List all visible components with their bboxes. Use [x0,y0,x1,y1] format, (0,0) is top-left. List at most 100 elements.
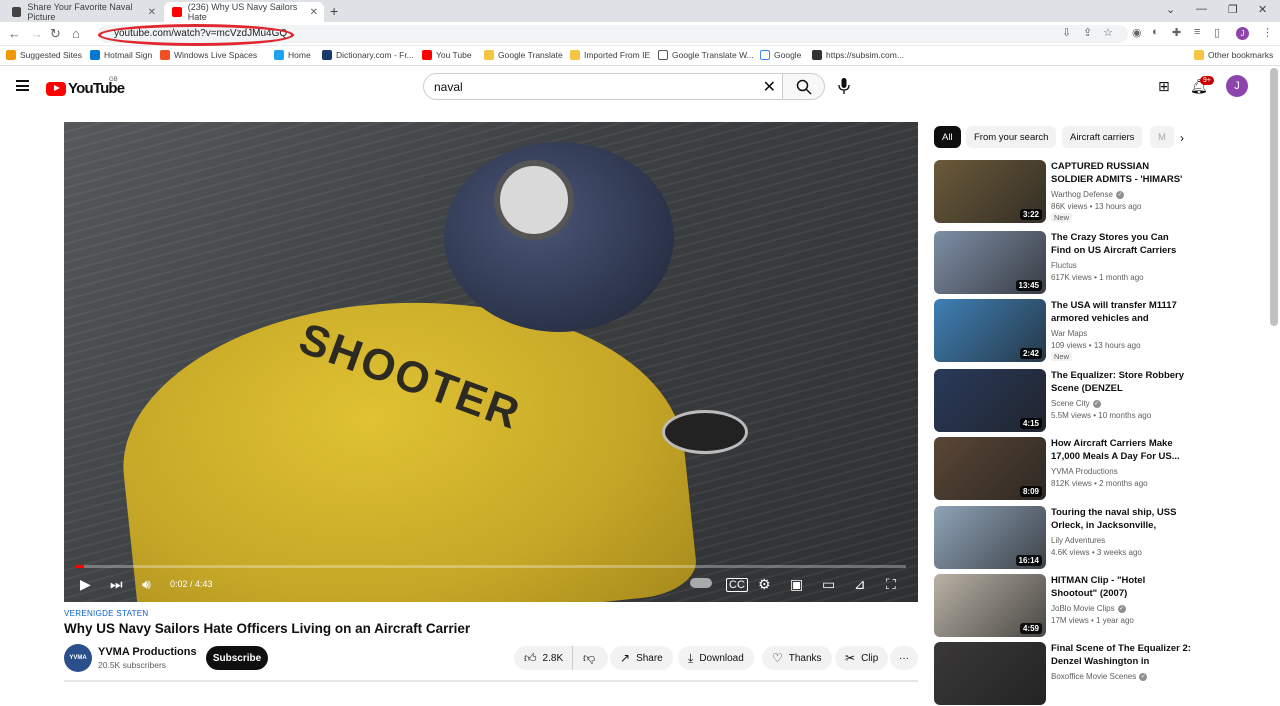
recommendation-channel[interactable]: Lily Adventures [1051,536,1105,545]
recommendation-channel[interactable]: Fluctus [1051,261,1077,270]
chevron-right-icon[interactable]: › [1180,131,1184,145]
bookmark-star-icon[interactable]: ☆ [1103,26,1113,39]
account-avatar[interactable]: J [1226,75,1248,97]
play-icon[interactable]: ▶ [80,576,91,593]
page-scrollbar[interactable] [1270,68,1278,326]
bookmark-item[interactable]: https://subsim.com... [812,50,904,60]
settings-gear-icon[interactable]: ⚙ [758,576,771,593]
extension-icon[interactable]: ◉ [1132,26,1142,39]
media-icon[interactable]: ≡ [1194,26,1200,38]
captions-icon[interactable]: CC [726,578,748,592]
video-thumbnail[interactable]: 13:45 [934,231,1046,294]
chip-more[interactable]: M [1150,126,1174,148]
recommendation-title[interactable]: The Crazy Stores you Can Find on US Airc… [1051,231,1191,257]
back-arrow-icon[interactable]: ← [8,26,21,41]
recommendation-item[interactable]: 13:45 The Crazy Stores you Can Find on US… [934,231,1264,295]
recommendation-channel[interactable]: YVMA Productions [1051,467,1118,476]
thanks-button[interactable]: ♡ Thanks [762,646,832,670]
more-actions-button[interactable]: ··· [890,646,918,670]
cast-icon[interactable]: ⊿ [854,576,866,593]
recommendation-title[interactable]: How Aircraft Carriers Make 17,000 Meals … [1051,437,1191,463]
video-thumbnail[interactable]: 2:42 [934,299,1046,362]
clear-search-icon[interactable]: ✕ [763,77,776,97]
share-button[interactable]: ↗ Share [610,646,673,670]
bookmark-item[interactable]: Google Translate [484,50,563,60]
video-thumbnail[interactable]: 4:59 [934,574,1046,637]
channel-name[interactable]: YVMA Productions [98,646,197,658]
clip-button[interactable]: ✂ Clip [835,646,889,670]
recommendation-channel[interactable]: Warthog Defense ✓ [1051,190,1124,199]
bookmark-item[interactable]: Home [274,50,311,60]
menu-kebab-icon[interactable]: ⋮ [1262,26,1273,39]
recommendation-channel[interactable]: Scene City ✓ [1051,399,1101,408]
recommendation-item[interactable]: 16:14 Touring the naval ship, USS Orleck,… [934,506,1264,570]
bookmark-item[interactable]: Windows Live Spaces [160,50,257,60]
profile-avatar[interactable]: J [1236,27,1249,40]
theater-mode-icon[interactable]: ▭ [822,576,835,593]
recommendation-title[interactable]: Touring the naval ship, USS Orleck, in J… [1051,506,1191,532]
other-bookmarks[interactable]: Other bookmarks [1194,50,1273,60]
chip-from-your-search[interactable]: From your search [966,126,1057,148]
puzzle-icon[interactable]: ✚ [1172,26,1181,39]
bookmark-item[interactable]: Google [760,50,801,60]
autoplay-toggle[interactable] [690,578,712,588]
home-icon[interactable]: ⌂ [72,26,80,41]
recommendation-title[interactable]: Final Scene of The Equalizer 2: Denzel W… [1051,642,1191,668]
new-tab-button[interactable]: + [330,3,338,19]
search-button[interactable] [782,73,825,100]
recommendation-item[interactable]: 8:09 How Aircraft Carriers Make 17,000 Me… [934,437,1264,501]
extension-icon[interactable]: ◐ [1152,26,1159,38]
hamburger-menu-icon[interactable] [16,80,29,91]
voice-search-button[interactable] [833,75,855,97]
chip-aircraft-carriers[interactable]: Aircraft carriers [1062,126,1143,148]
search-query[interactable]: naval [434,80,463,94]
bookmark-item[interactable]: Suggested Sites [6,50,82,60]
next-icon[interactable]: ⏭︎ [110,576,123,593]
bookmark-item[interactable]: Google Translate W... [658,50,754,60]
channel-avatar[interactable]: YVMA [64,644,92,672]
recommendation-title[interactable]: The Equalizer: Store Robbery Scene (DENZ… [1051,369,1191,395]
video-thumbnail[interactable]: 4:15 [934,369,1046,432]
recommendation-channel[interactable]: JoBlo Movie Clips ✓ [1051,604,1126,613]
minimize-button[interactable]: — [1196,3,1207,15]
sidepanel-icon[interactable]: ▯ [1214,26,1220,39]
video-thumbnail[interactable]: 16:14 [934,506,1046,569]
fullscreen-icon[interactable]: ⛶ [886,576,896,593]
install-icon[interactable]: ⇩ [1062,26,1071,39]
video-player[interactable]: SHOOTER ▶ ⏭︎ 🔊︎ 0:02 / 4:43 CC ⚙ ▣ ▭ ⊿ ⛶ [64,122,918,602]
video-thumbnail[interactable] [934,642,1046,705]
reload-icon[interactable]: ↻ [50,26,61,42]
recommendation-title[interactable]: The USA will transfer M1117 armored vehi… [1051,299,1191,325]
create-video-icon[interactable]: ⊞ [1158,78,1170,95]
miniplayer-icon[interactable]: ▣ [790,576,803,593]
bookmark-item[interactable]: Hotmail Sign [90,50,152,60]
search-input[interactable]: naval ✕ [423,73,783,100]
recommendation-item[interactable]: Final Scene of The Equalizer 2: Denzel W… [934,642,1264,706]
window-close-button[interactable]: ✕ [1258,3,1267,16]
video-location-tag[interactable]: VERENIGDE STATEN [64,609,149,618]
chip-all[interactable]: All [934,126,961,148]
recommendation-item[interactable]: 2:42 The USA will transfer M1117 armored … [934,299,1264,363]
volume-icon[interactable]: 🔊︎ [142,576,151,593]
recommendation-channel[interactable]: War Maps [1051,329,1087,338]
bookmark-item[interactable]: You Tube [422,50,472,60]
recommendation-channel[interactable]: Boxoffice Movie Scenes ✓ [1051,672,1148,681]
share-page-icon[interactable]: ⇪ [1083,26,1092,39]
video-thumbnail[interactable]: 8:09 [934,437,1046,500]
browser-tab-youtube[interactable]: (236) Why US Navy Sailors Hate ✕ [164,2,324,22]
tab-search-icon[interactable]: ⌄ [1166,3,1175,16]
close-icon[interactable]: ✕ [148,7,156,18]
recommendation-title[interactable]: CAPTURED RUSSIAN SOLDIER ADMITS - 'HIMAR… [1051,160,1191,186]
close-icon[interactable]: ✕ [310,7,318,18]
forward-arrow-icon[interactable]: → [30,26,43,41]
recommendation-item[interactable]: 4:15 The Equalizer: Store Robbery Scene (… [934,369,1264,433]
restore-button[interactable]: ❐ [1228,3,1238,16]
bookmark-item[interactable]: Dictionary.com - Fr... [322,50,414,60]
recommendation-item[interactable]: 3:22 CAPTURED RUSSIAN SOLDIER ADMITS - 'H… [934,160,1264,224]
recommendation-item[interactable]: 4:59 HITMAN Clip - "Hotel Shootout" (2007… [934,574,1264,638]
recommendation-title[interactable]: HITMAN Clip - "Hotel Shootout" (2007) [1051,574,1191,600]
video-thumbnail[interactable]: 3:22 [934,160,1046,223]
dislike-button[interactable]: 👎︎ [572,646,608,670]
browser-tab-naval-pictures[interactable]: Share Your Favorite Naval Picture ✕ [4,2,162,22]
subscribe-button[interactable]: Subscribe [206,646,268,670]
